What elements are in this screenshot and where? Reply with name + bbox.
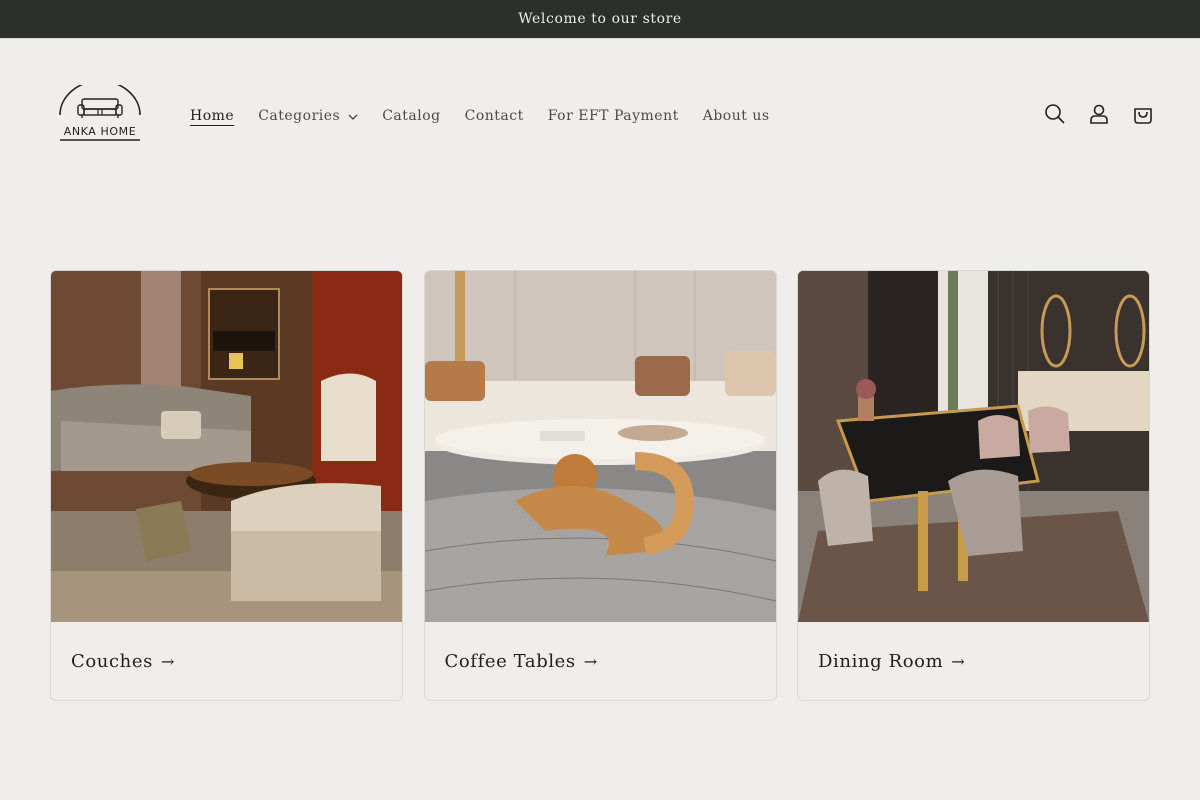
nav-item-contact[interactable]: Contact <box>453 108 536 124</box>
collection-card-couches[interactable]: Couches → <box>50 270 403 701</box>
site-header: ANKA HOME Home Categories Catalog Contac… <box>0 39 1200 194</box>
chevron-down-icon <box>348 108 358 124</box>
nav-item-home[interactable]: Home <box>178 108 246 124</box>
nav-item-label: For EFT Payment <box>547 108 679 124</box>
nav-item-label: About us <box>702 108 770 124</box>
dining-room-image <box>798 271 1149 622</box>
announcement-bar: Welcome to our store <box>0 0 1200 39</box>
collection-title: Dining Room → <box>798 622 1149 700</box>
arrow-right-icon: → <box>160 651 175 671</box>
collection-list: Couches → Coffee Tables → Dining Room → <box>50 270 1150 701</box>
collection-title-text: Couches <box>71 650 153 672</box>
nav-item-about[interactable]: About us <box>691 108 782 124</box>
account-icon[interactable] <box>1088 103 1110 125</box>
collection-title: Couches → <box>51 622 402 700</box>
sofa-logo-icon <box>59 85 141 118</box>
collection-title-text: Coffee Tables <box>444 650 576 672</box>
couches-image <box>51 271 402 622</box>
arrow-right-icon: → <box>583 651 598 671</box>
header-icons <box>1044 103 1154 125</box>
nav-item-categories[interactable]: Categories <box>246 108 370 124</box>
main-nav: Home Categories Catalog Contact For EFT … <box>178 105 782 127</box>
nav-item-catalog[interactable]: Catalog <box>370 108 452 124</box>
nav-item-label: Catalog <box>382 108 441 124</box>
cart-icon[interactable] <box>1132 103 1154 125</box>
nav-item-label: Home <box>190 108 235 124</box>
coffee-tables-image <box>424 271 776 622</box>
announcement-text: Welcome to our store <box>518 11 682 27</box>
logo-underline <box>60 139 140 141</box>
collection-card-dining-room[interactable]: Dining Room → <box>797 270 1150 701</box>
nav-item-label: Categories <box>258 108 341 124</box>
search-icon[interactable] <box>1044 103 1066 125</box>
collection-title: Coffee Tables → <box>425 622 776 700</box>
collection-card-coffee-tables[interactable]: Coffee Tables → <box>423 270 777 701</box>
logo[interactable]: ANKA HOME <box>54 85 146 145</box>
arrow-right-icon: → <box>951 651 966 671</box>
nav-item-eft-payment[interactable]: For EFT Payment <box>536 108 691 124</box>
nav-item-label: Contact <box>464 108 524 124</box>
collection-title-text: Dining Room <box>818 650 944 672</box>
